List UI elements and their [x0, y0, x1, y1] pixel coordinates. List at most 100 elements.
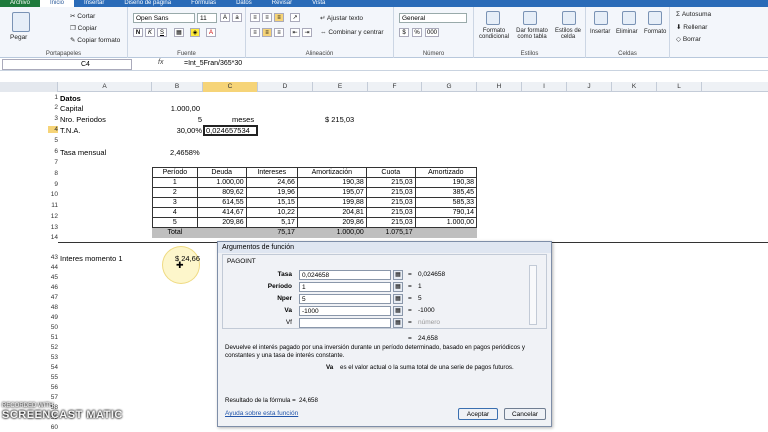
vf-input[interactable] — [299, 318, 391, 328]
name-box[interactable]: C4 — [2, 59, 132, 70]
number-format-select[interactable]: General — [399, 13, 467, 23]
table-cell[interactable]: 24,66 — [245, 177, 298, 188]
insert-cells-button[interactable]: Insertar — [590, 29, 610, 35]
column-header-k[interactable]: K — [612, 82, 657, 92]
percent-button[interactable]: % — [412, 28, 422, 37]
cell-styles-button[interactable]: Estilos de celda — [552, 28, 584, 40]
copy-button[interactable]: ❐ Copiar — [70, 24, 97, 32]
table-cell[interactable]: 1.075,17 — [365, 227, 416, 238]
dialog-title[interactable]: Argumentos de función — [218, 242, 551, 253]
column-header-j[interactable]: J — [567, 82, 612, 92]
cell-a3[interactable]: Nro. Periodos — [60, 115, 106, 125]
row-header[interactable]: 45 — [48, 274, 58, 281]
row-header[interactable]: 48 — [48, 304, 58, 311]
help-link[interactable]: Ayuda sobre esta función — [225, 410, 298, 417]
arguments-scrollbar[interactable] — [529, 265, 537, 325]
table-cell[interactable]: 199,88 — [296, 197, 367, 208]
row-header[interactable]: 50 — [48, 324, 58, 331]
collapse-dialog-icon[interactable]: ▦ — [393, 282, 403, 292]
align-center-icon[interactable]: ≡ — [262, 28, 272, 37]
shrink-font-icon[interactable]: a — [232, 13, 242, 22]
delete-cells-button[interactable]: Eliminar — [616, 29, 638, 35]
cell-c4[interactable]: 0,024657534 — [206, 126, 250, 136]
tab-view[interactable]: Vista — [302, 0, 335, 7]
align-left-icon[interactable]: ≡ — [250, 28, 260, 37]
row-header[interactable]: 11 — [48, 202, 58, 209]
row-header[interactable]: 49 — [48, 314, 58, 321]
formula-input[interactable]: =Int_5Fran/365*30 — [184, 59, 242, 69]
column-header-d[interactable]: D — [258, 82, 313, 92]
table-cell[interactable]: 195,07 — [296, 187, 367, 198]
table-cell[interactable]: 385,45 — [414, 187, 478, 198]
font-color-icon[interactable]: A — [206, 28, 216, 37]
italic-button[interactable]: K — [145, 28, 155, 37]
font-size-select[interactable]: 11 — [197, 13, 217, 23]
table-cell[interactable]: Total — [152, 227, 198, 238]
table-cell[interactable]: 215,03 — [365, 217, 416, 228]
cell-a6[interactable]: Tasa mensual — [60, 148, 106, 158]
thousands-button[interactable]: 000 — [425, 28, 439, 37]
currency-button[interactable]: $ — [399, 28, 409, 37]
cell-b4[interactable]: 30,00% — [152, 126, 202, 136]
table-cell[interactable]: 209,86 — [196, 217, 247, 228]
row-header[interactable]: 57 — [48, 394, 58, 401]
row-header[interactable]: 14 — [48, 234, 58, 241]
borders-icon[interactable]: ▦ — [174, 28, 184, 37]
cell-b6[interactable]: 2,4658% — [170, 148, 200, 158]
table-cell[interactable]: 204,81 — [296, 207, 367, 218]
table-cell[interactable]: 5 — [152, 217, 198, 228]
table-cell[interactable]: 15,15 — [245, 197, 298, 208]
row-header[interactable]: 47 — [48, 294, 58, 301]
row-header[interactable]: 1 — [48, 94, 58, 101]
table-cell[interactable]: 19,96 — [245, 187, 298, 198]
wrap-text-button[interactable]: ↵ Ajustar texto — [320, 14, 363, 22]
row-header[interactable]: 53 — [48, 354, 58, 361]
row-header[interactable]: 52 — [48, 344, 58, 351]
row-header[interactable]: 8 — [48, 170, 58, 177]
table-header[interactable]: Deuda — [196, 167, 247, 178]
autosum-button[interactable]: Σ Autosuma — [676, 11, 711, 18]
format-cells-icon[interactable] — [648, 11, 662, 25]
delete-cells-icon[interactable] — [622, 11, 636, 25]
row-header[interactable]: 9 — [48, 181, 58, 188]
cell-styles-icon[interactable] — [562, 11, 576, 25]
tab-formulas[interactable]: Fórmulas — [181, 0, 226, 7]
underline-button[interactable]: S — [157, 28, 167, 37]
collapse-dialog-icon[interactable]: ▦ — [393, 294, 403, 304]
row-header[interactable]: 5 — [48, 137, 58, 144]
table-cell[interactable]: 414,67 — [196, 207, 247, 218]
row-header[interactable]: 44 — [48, 264, 58, 271]
table-cell[interactable]: 10,22 — [245, 207, 298, 218]
column-header-l[interactable]: L — [657, 82, 702, 92]
table-cell[interactable]: 790,14 — [414, 207, 478, 218]
format-table-icon[interactable] — [523, 11, 537, 25]
paste-icon[interactable] — [12, 12, 30, 32]
row-header[interactable]: 56 — [48, 384, 58, 391]
cut-button[interactable]: ✂ Cortar — [70, 12, 95, 20]
paste-button[interactable]: Pegar — [10, 34, 27, 41]
row-header[interactable]: 7 — [48, 159, 58, 166]
collapse-dialog-icon[interactable]: ▦ — [393, 318, 403, 328]
cell-b3[interactable]: 5 — [152, 115, 202, 125]
column-header-f[interactable]: F — [368, 82, 422, 92]
align-bottom-icon[interactable]: ≡ — [274, 13, 284, 22]
table-cell[interactable]: 75,17 — [245, 227, 298, 238]
bold-button[interactable]: N — [133, 28, 143, 37]
tab-data[interactable]: Datos — [226, 0, 262, 7]
tasa-input[interactable]: 0,024658 — [299, 270, 391, 280]
table-cell[interactable]: 215,03 — [365, 207, 416, 218]
va-input[interactable]: -1000 — [299, 306, 391, 316]
tab-page-layout[interactable]: Diseño de página — [114, 0, 181, 7]
table-header[interactable]: Cuota — [365, 167, 416, 178]
cell-e3[interactable]: $ 215,03 — [325, 115, 354, 125]
table-cell[interactable]: 1 — [152, 177, 198, 188]
tab-review[interactable]: Revisar — [262, 0, 302, 7]
column-header-e[interactable]: E — [313, 82, 368, 92]
cell-a2[interactable]: Capital — [60, 104, 83, 114]
table-header[interactable]: Amortizado — [414, 167, 478, 178]
row-header[interactable]: 13 — [48, 224, 58, 231]
row-header[interactable]: 60 — [48, 424, 58, 431]
table-cell[interactable]: 585,33 — [414, 197, 478, 208]
table-cell[interactable]: 5,17 — [245, 217, 298, 228]
row-header[interactable]: 51 — [48, 334, 58, 341]
